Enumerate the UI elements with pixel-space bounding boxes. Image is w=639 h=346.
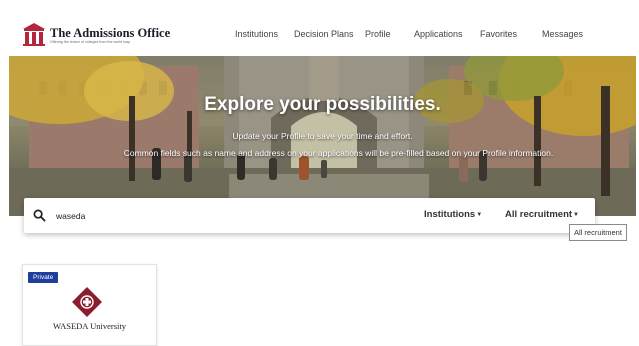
nav-applications[interactable]: Applications — [414, 29, 463, 39]
nav-decision-plans[interactable]: Decision Plans — [294, 29, 354, 39]
hero-banner: Explore your possibilities. Update your … — [9, 56, 636, 216]
hero-subtitle: Update your Profile to save your time an… — [232, 131, 413, 141]
search-bar: Institutions▼ All recruitment▼ — [24, 198, 595, 233]
search-icon[interactable] — [33, 209, 46, 222]
brand-tagline: Offering the choice of colleges from the… — [50, 40, 131, 44]
nav-institutions[interactable]: Institutions — [235, 29, 278, 39]
recruitment-dropdown-label: All recruitment — [505, 209, 573, 220]
site-header: The Admissions Office Offering the choic… — [0, 0, 639, 56]
nav-messages[interactable]: Messages — [542, 29, 583, 39]
brand-name[interactable]: The Admissions Office — [50, 26, 170, 41]
caret-down-icon: ▼ — [573, 212, 579, 218]
institution-name: WASEDA University — [53, 321, 126, 331]
type-badge: Private — [28, 272, 59, 283]
recruitment-tooltip: All recruitment — [569, 224, 627, 241]
institutions-dropdown[interactable]: Institutions▼ — [424, 209, 482, 220]
search-input[interactable] — [56, 207, 356, 224]
hero-title: Explore your possibilities. — [204, 94, 441, 115]
nav-profile[interactable]: Profile — [365, 29, 391, 39]
nav-favorites[interactable]: Favorites — [480, 29, 517, 39]
recruitment-dropdown[interactable]: All recruitment▼ — [505, 209, 579, 220]
waseda-seal-icon — [72, 287, 102, 317]
caret-down-icon: ▼ — [476, 212, 483, 218]
institution-card[interactable]: Private WASEDA University — [22, 264, 157, 346]
hero-description: Common fields such as name and address o… — [123, 148, 554, 158]
institutions-dropdown-label: Institutions — [424, 209, 476, 220]
building-logo-icon[interactable] — [22, 22, 46, 46]
